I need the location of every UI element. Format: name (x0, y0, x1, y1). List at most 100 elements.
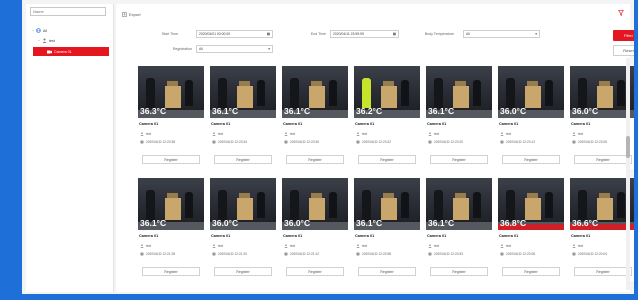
capture-thumbnail[interactable]: 36.0°C (282, 178, 348, 230)
vertical-scrollbar[interactable] (626, 58, 630, 290)
capture-card[interactable]: 36.0°C Camera 01 test 2020/04/11 12:21:20 Re… (210, 178, 276, 281)
person-icon (500, 132, 504, 136)
start-time-field[interactable]: 2020/04/01 00:00:00 ▦ (196, 30, 273, 38)
capture-card[interactable]: 36.0°C Camera 01 test 2020/04/11 12:23:05 Re… (570, 66, 634, 169)
capture-thumbnail[interactable]: 36.0°C (570, 66, 634, 118)
register-button[interactable]: Register (214, 267, 272, 276)
capture-thumbnail[interactable]: 36.1°C (210, 66, 276, 118)
clock-icon (212, 252, 216, 256)
register-button[interactable]: Register (430, 267, 488, 276)
tree-node-camera-01[interactable]: Camera 01 (33, 47, 109, 56)
capture-card[interactable]: 36.6°C Camera 01 test 2020/04/11 12:20:04 Re… (570, 178, 634, 281)
register-button[interactable]: Register (142, 155, 200, 164)
reset-button[interactable]: Reset (613, 45, 634, 56)
body-temperature-select[interactable]: All ▾ (463, 30, 540, 38)
capture-thumbnail[interactable]: 36.1°C (354, 178, 420, 230)
chevron-down-icon: ▾ (535, 32, 537, 36)
capture-thumbnail[interactable]: 36.0°C (210, 178, 276, 230)
person-icon (428, 244, 432, 248)
capture-thumbnail[interactable]: 36.1°C (282, 66, 348, 118)
temperature-reading: 36.1°C (356, 218, 383, 228)
capture-time-info: 2020/04/11 12:23:34 (212, 140, 247, 144)
register-button[interactable]: Register (502, 155, 560, 164)
capture-time-info: 2020/04/11 12:23:30 (284, 140, 319, 144)
register-button[interactable]: Register (574, 155, 632, 164)
temperature-reading: 36.0°C (284, 218, 311, 228)
capture-card[interactable]: 36.1°C Camera 01 test 2020/04/11 12:20:53 Re… (426, 178, 492, 281)
filter-button[interactable]: Filter (613, 30, 634, 41)
capture-thumbnail[interactable]: 36.6°C (570, 178, 634, 230)
capture-thumbnail[interactable]: 36.8°C (498, 178, 564, 230)
temperature-reading: 36.3°C (140, 106, 167, 116)
registration-label: Registration (172, 47, 192, 51)
register-button[interactable]: Register (286, 155, 344, 164)
export-button[interactable]: Export (122, 12, 141, 17)
capture-card[interactable]: 36.0°C Camera 01 test 2020/04/11 12:21:12 Re… (282, 178, 348, 281)
start-time-value: 2020/04/01 00:00:00 (199, 32, 231, 36)
capture-card[interactable]: 36.3°C Camera 01 test 2020/04/11 12:23:38 Re… (138, 66, 204, 169)
register-button[interactable]: Register (358, 267, 416, 276)
person-name: test (362, 244, 368, 248)
clock-icon (500, 140, 504, 144)
clock-icon (284, 252, 288, 256)
capture-card[interactable]: 36.8°C Camera 01 test 2020/04/11 12:20:08 Re… (498, 178, 564, 281)
capture-card[interactable]: 36.0°C Camera 01 test 2020/04/11 12:23:12 Re… (498, 66, 564, 169)
tree-node-all[interactable]: − All (32, 28, 47, 33)
person-icon (140, 244, 144, 248)
capture-time-info: 2020/04/11 12:21:20 (212, 252, 247, 256)
capture-card[interactable]: 36.1°C Camera 01 test 2020/04/11 12:23:30 Re… (282, 66, 348, 169)
camera-name: Camera 01 (211, 122, 231, 126)
end-time-label: End Time (310, 32, 326, 36)
capture-thumbnail[interactable]: 36.1°C (138, 178, 204, 230)
camera-name: Camera 01 (499, 234, 519, 238)
temperature-reading: 36.1°C (428, 218, 455, 228)
capture-thumbnail[interactable]: 36.1°C (426, 178, 492, 230)
clock-icon (212, 140, 216, 144)
register-button[interactable]: Register (430, 155, 488, 164)
camera-name: Camera 01 (499, 122, 519, 126)
person-info: test (572, 132, 583, 136)
capture-thumbnail[interactable]: 36.2°C (354, 66, 420, 118)
register-button[interactable]: Register (502, 267, 560, 276)
person-name: test (506, 132, 512, 136)
camera-name: Camera 01 (283, 122, 303, 126)
registration-select[interactable]: All ▾ (196, 45, 273, 53)
calendar-icon[interactable]: ▦ (267, 32, 270, 36)
capture-thumbnail[interactable]: 36.1°C (426, 66, 492, 118)
register-button[interactable]: Register (142, 267, 200, 276)
capture-card[interactable]: 36.2°C Camera 01 test 2020/04/11 12:23:22 Re… (354, 66, 420, 169)
capture-time: 2020/04/11 12:20:08 (506, 252, 536, 256)
capture-time: 2020/04/11 12:20:53 (434, 252, 464, 256)
calendar-icon[interactable]: ▦ (393, 32, 396, 36)
capture-thumbnail[interactable]: 36.0°C (498, 66, 564, 118)
capture-card[interactable]: 36.1°C Camera 01 test 2020/04/11 12:20:58 Re… (354, 178, 420, 281)
capture-thumbnail[interactable]: 36.3°C (138, 66, 204, 118)
register-button[interactable]: Register (286, 267, 344, 276)
capture-card[interactable]: 36.1°C Camera 01 test 2020/04/11 12:23:20 Re… (426, 66, 492, 169)
filter-icon[interactable] (618, 10, 624, 16)
clock-icon (572, 252, 576, 256)
tree-node-test[interactable]: − test (38, 38, 55, 43)
temperature-reading: 36.0°C (500, 106, 527, 116)
capture-time: 2020/04/11 12:21:12 (290, 252, 320, 256)
end-time-field[interactable]: 2020/04/11 23:59:59 ▦ (330, 30, 399, 38)
capture-card[interactable]: 36.1°C Camera 01 test 2020/04/11 12:21:28 Re… (138, 178, 204, 281)
capture-time-info: 2020/04/11 12:20:53 (428, 252, 463, 256)
person-icon (42, 38, 47, 43)
capture-card[interactable]: 36.1°C Camera 01 test 2020/04/11 12:23:34 Re… (210, 66, 276, 169)
person-name: test (146, 244, 152, 248)
person-info: test (140, 132, 151, 136)
collapse-toggle-icon[interactable]: − (38, 39, 40, 43)
clock-icon (284, 140, 288, 144)
register-button[interactable]: Register (574, 267, 632, 276)
tree-search-input[interactable] (30, 7, 106, 16)
person-name: test (578, 132, 584, 136)
camera-name: Camera 01 (355, 234, 375, 238)
scrollbar-thumb[interactable] (626, 136, 630, 158)
tree-node-label: Camera 01 (54, 49, 72, 54)
person-info: test (356, 132, 367, 136)
register-button[interactable]: Register (358, 155, 416, 164)
register-button[interactable]: Register (214, 155, 272, 164)
collapse-toggle-icon[interactable]: − (32, 29, 34, 33)
capture-time: 2020/04/11 12:23:38 (146, 140, 176, 144)
